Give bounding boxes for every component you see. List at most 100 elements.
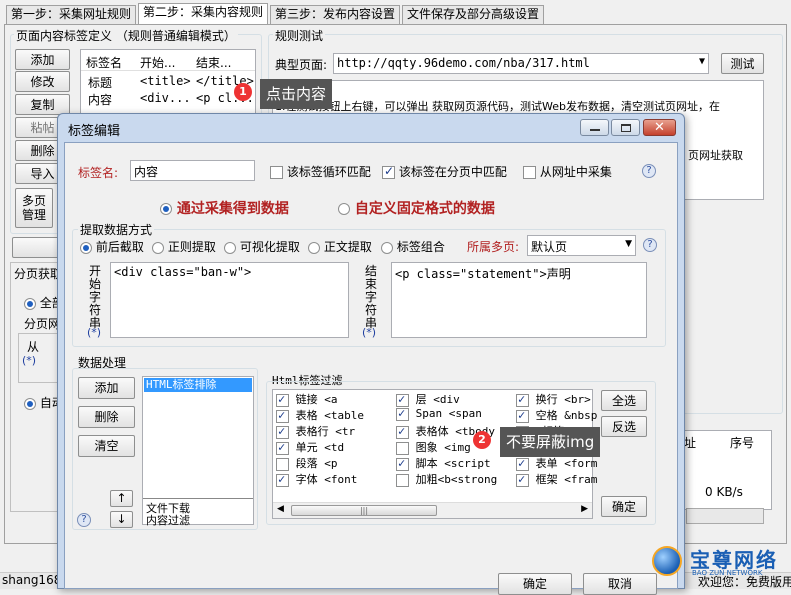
tag-name-input[interactable]: 内容: [130, 160, 255, 181]
table-row-name[interactable]: 标题: [88, 74, 112, 91]
extract-mode-body[interactable]: 正文提取: [308, 238, 372, 255]
loop-match-checkbox[interactable]: 该标签循环匹配: [270, 163, 371, 180]
scroll-left-icon[interactable]: ◀: [277, 504, 284, 514]
horizontal-scrollbar[interactable]: ◀ ||| ▶: [273, 502, 592, 518]
checkbox[interactable]: [276, 440, 289, 455]
checkbox[interactable]: [396, 456, 409, 471]
filter-checkbox[interactable]: 层 <div: [396, 391, 460, 407]
filter-checkbox[interactable]: 单元 <td: [276, 439, 344, 455]
start-star-link[interactable]: (*): [87, 326, 101, 339]
filter-checkbox[interactable]: 表格 <table: [276, 407, 364, 423]
col-seq[interactable]: 序号: [730, 434, 754, 451]
checkbox[interactable]: [276, 408, 289, 423]
checkbox[interactable]: [516, 408, 529, 423]
checkbox[interactable]: [516, 472, 529, 487]
filter-checkbox[interactable]: 段落 <p: [276, 455, 338, 471]
table-header-end[interactable]: 结束...: [196, 54, 231, 71]
page-fetch-tab[interactable]: 分页获取: [14, 265, 62, 282]
star-link[interactable]: (*): [22, 354, 36, 367]
checkbox[interactable]: [396, 441, 409, 455]
copy-button[interactable]: 复制: [15, 94, 70, 115]
help-icon[interactable]: ?: [77, 513, 91, 527]
collapse-button[interactable]: [12, 237, 62, 258]
filter-checkbox[interactable]: 字体 <font: [276, 471, 357, 487]
chevron-down-icon: ▼: [698, 56, 705, 67]
process-add-button[interactable]: 添加: [78, 377, 135, 399]
help-icon[interactable]: ?: [642, 164, 656, 178]
filter-checkbox[interactable]: 框架 <fram: [516, 471, 597, 487]
move-up-button[interactable]: ↑: [110, 490, 133, 507]
filter-checkbox[interactable]: 链接 <a: [276, 391, 338, 407]
table-row-start[interactable]: <div...: [140, 91, 191, 105]
filter-checkbox[interactable]: 图象 <img: [396, 439, 471, 455]
checkbox[interactable]: [396, 424, 409, 439]
status-left: shang168: [2, 573, 62, 587]
filter-label: Span <span: [409, 407, 482, 420]
filter-checkbox[interactable]: 换行 <br>: [516, 391, 591, 407]
test-button[interactable]: 测试: [721, 53, 764, 74]
start-string-input[interactable]: <div class="ban-w">: [110, 262, 349, 338]
checkbox[interactable]: [396, 473, 409, 487]
extract-mode-combo[interactable]: 标签组合: [381, 238, 445, 255]
close-button[interactable]: ✕: [643, 119, 676, 136]
checkbox[interactable]: [276, 472, 289, 487]
maximize-button[interactable]: [611, 119, 640, 136]
end-string-input[interactable]: <p class="statement">声明: [391, 262, 647, 338]
process-list-item-filter[interactable]: 内容过滤: [146, 512, 190, 528]
help-icon[interactable]: ?: [643, 238, 657, 252]
minimize-button[interactable]: [580, 119, 609, 136]
page-select[interactable]: 默认页 ▼: [527, 235, 636, 256]
tab-step3[interactable]: 第三步：发布内容设置: [270, 5, 401, 24]
typical-page-select[interactable]: http://qqty.96demo.com/nba/317.html ▼: [333, 53, 709, 74]
filter-checkbox[interactable]: 空格 &nbsp: [516, 407, 597, 423]
filter-checkbox[interactable]: 脚本 <script: [396, 455, 491, 471]
ok-button[interactable]: 确定: [498, 573, 572, 595]
from-url-checkbox[interactable]: 从网址中采集: [523, 163, 612, 180]
checkbox[interactable]: [276, 457, 289, 471]
checkbox[interactable]: [516, 392, 529, 407]
table-header-name[interactable]: 标签名: [86, 54, 122, 71]
scroll-right-icon[interactable]: ▶: [581, 504, 588, 514]
process-list-item[interactable]: HTML标签排除: [144, 378, 252, 392]
scroll-thumb[interactable]: |||: [291, 505, 437, 516]
test-info-text-2: 页网址获取: [688, 149, 743, 162]
filter-checkbox[interactable]: Span <span: [396, 406, 482, 421]
in-page-match-checkbox[interactable]: 该标签在分页中匹配: [382, 163, 507, 180]
select-all-button[interactable]: 全选: [601, 390, 647, 411]
process-delete-button[interactable]: 删除: [78, 406, 135, 428]
mode-collect-radio[interactable]: 通过采集得到数据: [160, 198, 289, 218]
filter-checkbox[interactable]: 表格行 <tr: [276, 423, 355, 439]
arrow-up-icon: ↑: [116, 491, 127, 505]
table-row-name[interactable]: 内容: [88, 91, 112, 108]
cancel-button[interactable]: 取消: [583, 573, 657, 595]
filter-label: 换行 <br>: [529, 393, 591, 406]
extract-mode-front-back[interactable]: 前后截取: [80, 238, 144, 255]
filter-checkbox[interactable]: 表单 <form: [516, 455, 597, 471]
extract-mode-regex[interactable]: 正则提取: [152, 238, 216, 255]
typical-page-label: 典型页面:: [275, 58, 328, 72]
checkbox[interactable]: [276, 392, 289, 407]
extract-mode-visual[interactable]: 可视化提取: [224, 238, 300, 255]
tab-step2[interactable]: 第二步：采集内容规则: [138, 3, 269, 25]
edit-button[interactable]: 修改: [15, 71, 70, 92]
add-button[interactable]: 添加: [15, 49, 70, 70]
process-clear-button[interactable]: 清空: [78, 435, 135, 457]
checkbox[interactable]: [396, 406, 409, 421]
move-down-button[interactable]: ↓: [110, 511, 133, 528]
table-row-start[interactable]: <title>: [140, 74, 191, 88]
filter-confirm-button[interactable]: 确定: [601, 496, 647, 517]
multipage-button[interactable]: 多页 管理: [15, 188, 53, 228]
end-star-link[interactable]: (*): [362, 326, 376, 339]
filter-checkbox[interactable]: 加粗<b<strong: [396, 471, 497, 487]
filter-label: 单元 <td: [289, 441, 345, 454]
invert-button[interactable]: 反选: [601, 416, 647, 437]
dialog-title: 标签编辑: [68, 124, 121, 139]
tab-step1[interactable]: 第一步：采集网址规则: [6, 5, 137, 24]
tab-advanced[interactable]: 文件保存及部分高级设置: [402, 5, 545, 24]
col-address[interactable]: 址: [684, 434, 696, 451]
table-header-start[interactable]: 开始...: [140, 54, 175, 71]
checkbox[interactable]: [516, 456, 529, 471]
filter-label: 表格行 <tr: [289, 425, 356, 438]
mode-custom-radio[interactable]: 自定义固定格式的数据: [338, 198, 495, 218]
checkbox[interactable]: [276, 424, 289, 439]
